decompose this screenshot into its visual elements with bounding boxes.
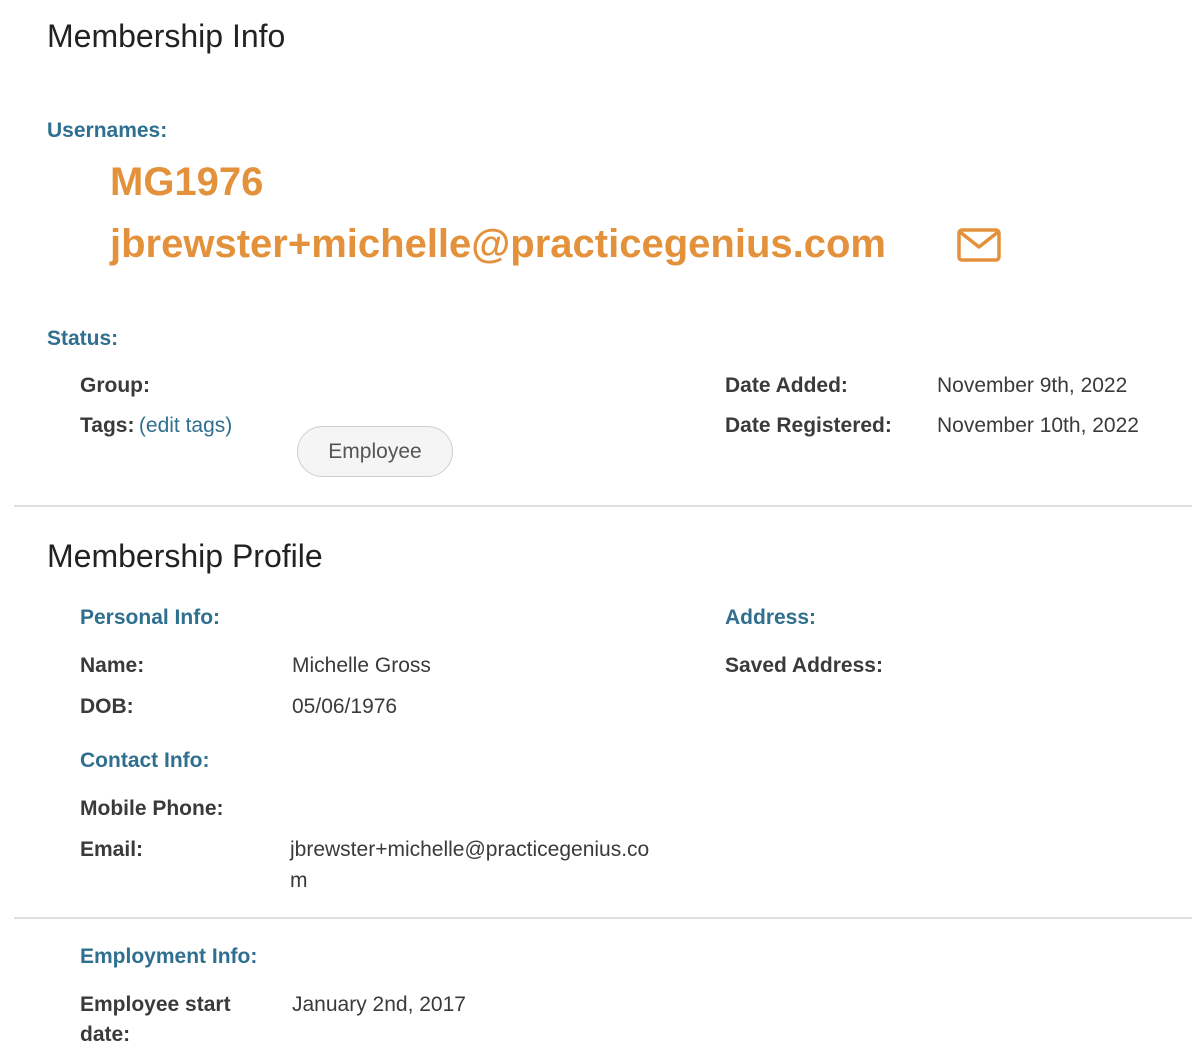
date-added-label: Date Added:	[725, 374, 848, 397]
username-primary: MG1976	[110, 160, 264, 204]
employee-start-date-value: January 2nd, 2017	[292, 993, 466, 1016]
mobile-phone-label: Mobile Phone:	[80, 797, 224, 820]
dob-label: DOB:	[80, 695, 134, 718]
username-email: jbrewster+michelle@practicegenius.com	[110, 222, 886, 266]
envelope-icon[interactable]	[956, 226, 1002, 264]
member-detail-page: Membership Info Usernames: MG1976 jbrews…	[0, 0, 1192, 1064]
employee-start-date-label-line1: Employee start	[80, 993, 231, 1016]
date-added-value: November 9th, 2022	[937, 374, 1128, 397]
membership-profile-title: Membership Profile	[47, 538, 323, 574]
employment-info-label: Employment Info:	[80, 945, 258, 968]
usernames-label: Usernames:	[47, 119, 168, 142]
tags-row: Tags: (edit tags)	[80, 414, 232, 438]
membership-info-title: Membership Info	[47, 18, 286, 54]
employee-start-date-label-line2: date:	[80, 1023, 131, 1046]
date-registered-value: November 10th, 2022	[937, 414, 1139, 437]
tags-label: Tags:	[80, 414, 135, 437]
group-label: Group:	[80, 374, 150, 397]
address-label: Address:	[725, 606, 817, 629]
email-value-line2: m	[290, 869, 308, 892]
name-value: Michelle Gross	[292, 654, 431, 677]
edit-tags-link[interactable]: (edit tags)	[139, 414, 232, 437]
saved-address-label: Saved Address:	[725, 654, 883, 677]
section-divider	[14, 505, 1192, 507]
status-label: Status:	[47, 327, 119, 350]
section-divider	[14, 917, 1192, 919]
tag-employee[interactable]: Employee	[297, 426, 453, 477]
email-label: Email:	[80, 838, 144, 861]
dob-value: 05/06/1976	[292, 695, 398, 718]
name-label: Name:	[80, 654, 145, 677]
email-value-line1: jbrewster+michelle@practicegenius.co	[290, 838, 650, 861]
contact-info-label: Contact Info:	[80, 749, 210, 772]
date-registered-label: Date Registered:	[725, 414, 892, 437]
personal-info-label: Personal Info:	[80, 606, 221, 629]
